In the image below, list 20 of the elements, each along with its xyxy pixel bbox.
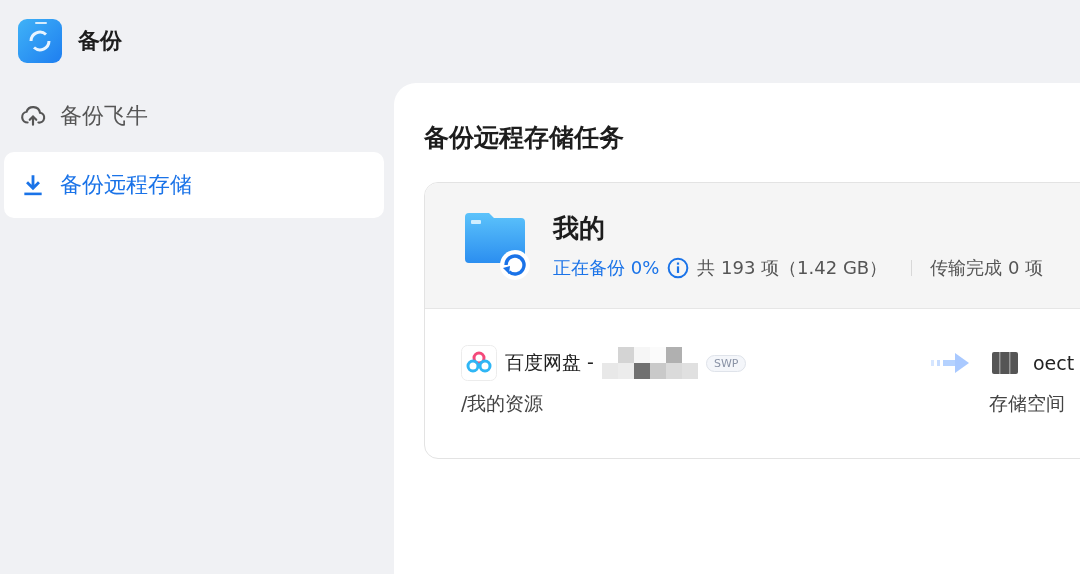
app-title: 备份 [78,26,122,55]
item-summary: 共 193 项（1.42 GB） [697,256,888,280]
arrow-right-icon [931,351,971,375]
source-badge: SWP [705,354,747,372]
folder-sync-icon [463,210,533,281]
task-name: 我的 [553,212,606,245]
target-path: 存储空间 [989,391,1066,416]
sidebar-item[interactable]: 备份远程存储 [4,152,384,218]
target-name: oect [1033,352,1075,374]
page-title: 备份远程存储任务 [424,122,625,154]
cloud-upload-icon [20,103,46,129]
backup-status: 正在备份 0% [553,256,660,280]
source-path: /我的资源 [461,391,545,416]
backup-app-icon [18,18,62,63]
cloud-drive-icon [461,345,497,381]
transfer-count: 传输完成 0 项 [930,256,1044,280]
info-icon[interactable] [667,257,690,279]
sidebar-item[interactable]: 备份飞牛 [4,83,384,149]
source-name: 百度网盘 - [505,350,594,375]
storage-drives-icon [991,351,1019,375]
